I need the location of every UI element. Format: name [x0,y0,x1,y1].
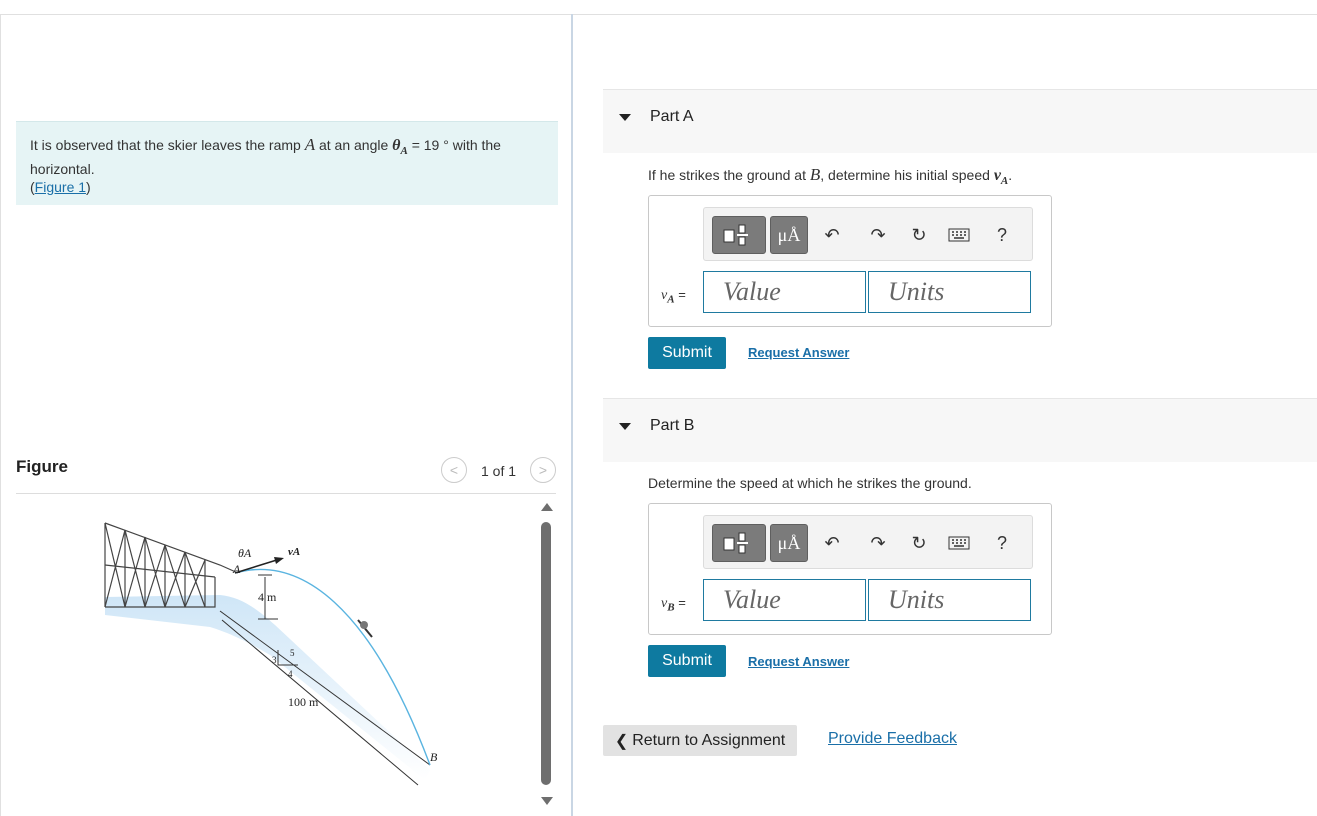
slope-line [219,610,431,766]
label-distance: 100 m [288,695,319,709]
part-a-request-answer-link[interactable]: Request Answer [748,345,849,360]
part-b-title: Part B [650,417,695,434]
figure-prev-button[interactable]: < [441,457,467,483]
label-slope-3: 3 [272,655,277,665]
label-a: A [232,562,241,576]
collapse-triangle-icon[interactable] [619,114,631,121]
collapse-triangle-icon[interactable] [619,423,631,430]
units-button[interactable]: μÅ [770,524,808,562]
theta-subscript: A [400,144,408,157]
left-border [0,14,1,816]
figure-next-button[interactable]: > [530,457,556,483]
units-input[interactable]: Units [868,271,1031,313]
redo-icon[interactable]: ↷ [866,222,890,248]
ramp-truss [104,522,239,608]
figure-divider [16,493,556,494]
return-to-assignment-button[interactable]: ❮ Return to Assignment [603,725,797,756]
label-b: B [430,750,438,764]
part-a-header[interactable]: Part A [603,89,1317,153]
scroll-up-arrow[interactable] [541,503,553,511]
math-toolbar: μÅ ↶ ↷ ↻ ? [703,207,1033,261]
label-theta-a: θA [238,546,252,560]
label-height: 4 m [258,590,277,604]
var-a: A [304,135,316,154]
chevron-left-icon: ❮ [614,732,629,750]
reset-icon[interactable]: ↻ [907,530,931,556]
redo-icon[interactable]: ↷ [866,530,890,556]
question-text: . [1008,167,1013,183]
value-input[interactable]: Value [703,579,866,621]
templates-icon [723,224,748,246]
part-b-request-answer-link[interactable]: Request Answer [748,654,849,669]
equals-sign: = [678,287,686,302]
snow-slope [105,595,430,780]
var-v: v [993,167,1001,184]
figure-counter: 1 of 1 [481,463,517,479]
units-input[interactable]: Units [868,579,1031,621]
answer-label: vA = [661,287,686,306]
reset-icon[interactable]: ↻ [907,222,931,248]
label-slope-5: 5 [290,648,295,658]
label-slope-4: 4 [288,669,293,679]
part-b-submit-button[interactable]: Submit [648,645,726,677]
units-button[interactable]: μÅ [770,216,808,254]
chevron-right-icon: > [538,462,548,478]
templates-icon [723,532,748,554]
var-subscript: A [667,293,675,306]
part-a-question: If he strikes the ground at B, determine… [648,165,1012,187]
question-text: If he strikes the ground at [648,167,810,183]
undo-icon[interactable]: ↶ [820,530,844,556]
provide-feedback-link[interactable]: Provide Feedback [828,730,957,748]
keyboard-icon[interactable] [947,530,971,556]
keyboard-icon[interactable] [947,222,971,248]
problem-text: at an angle [315,137,393,153]
math-toolbar: μÅ ↶ ↷ ↻ ? [703,515,1033,569]
part-a-submit-button[interactable]: Submit [648,337,726,369]
scroll-down-arrow[interactable] [541,797,553,805]
var-subscript: B [667,601,675,614]
value-input[interactable]: Value [703,271,866,313]
question-text: , determine his initial speed [820,167,994,183]
arrow-head [274,557,284,564]
var-b: B [809,165,821,184]
skier-figure: θA A vA 4 m 3 4 5 100 m B [104,522,438,786]
templates-button[interactable] [712,216,766,254]
help-icon[interactable]: ? [990,530,1014,556]
part-a-answer-box: μÅ ↶ ↷ ↻ ? vA = Value Units [648,195,1052,327]
label-va: vA [288,546,300,558]
templates-button[interactable] [712,524,766,562]
help-icon[interactable]: ? [990,222,1014,248]
part-b-answer-box: μÅ ↶ ↷ ↻ ? vB = Value Units [648,503,1052,635]
part-b-question: Determine the speed at which he strikes … [648,475,972,491]
scrollbar-thumb[interactable] [541,522,551,785]
paren: ) [86,178,91,195]
top-border [0,14,1317,15]
problem-statement: It is observed that the skier leaves the… [16,121,558,205]
distance-dimension [221,619,419,786]
return-label: Return to Assignment [632,731,786,749]
pane-divider[interactable] [571,14,573,816]
figure-title: Figure [16,457,68,476]
chevron-left-icon: < [449,462,459,478]
part-b-header[interactable]: Part B [603,398,1317,462]
figure-link[interactable]: Figure 1 [35,179,86,195]
part-a-title: Part A [650,108,694,125]
equals-sign: = [678,595,686,610]
skier-icon [357,619,373,638]
problem-text: It is observed that the skier leaves the… [30,137,305,153]
answer-label: vB = [661,595,686,614]
undo-icon[interactable]: ↶ [820,222,844,248]
